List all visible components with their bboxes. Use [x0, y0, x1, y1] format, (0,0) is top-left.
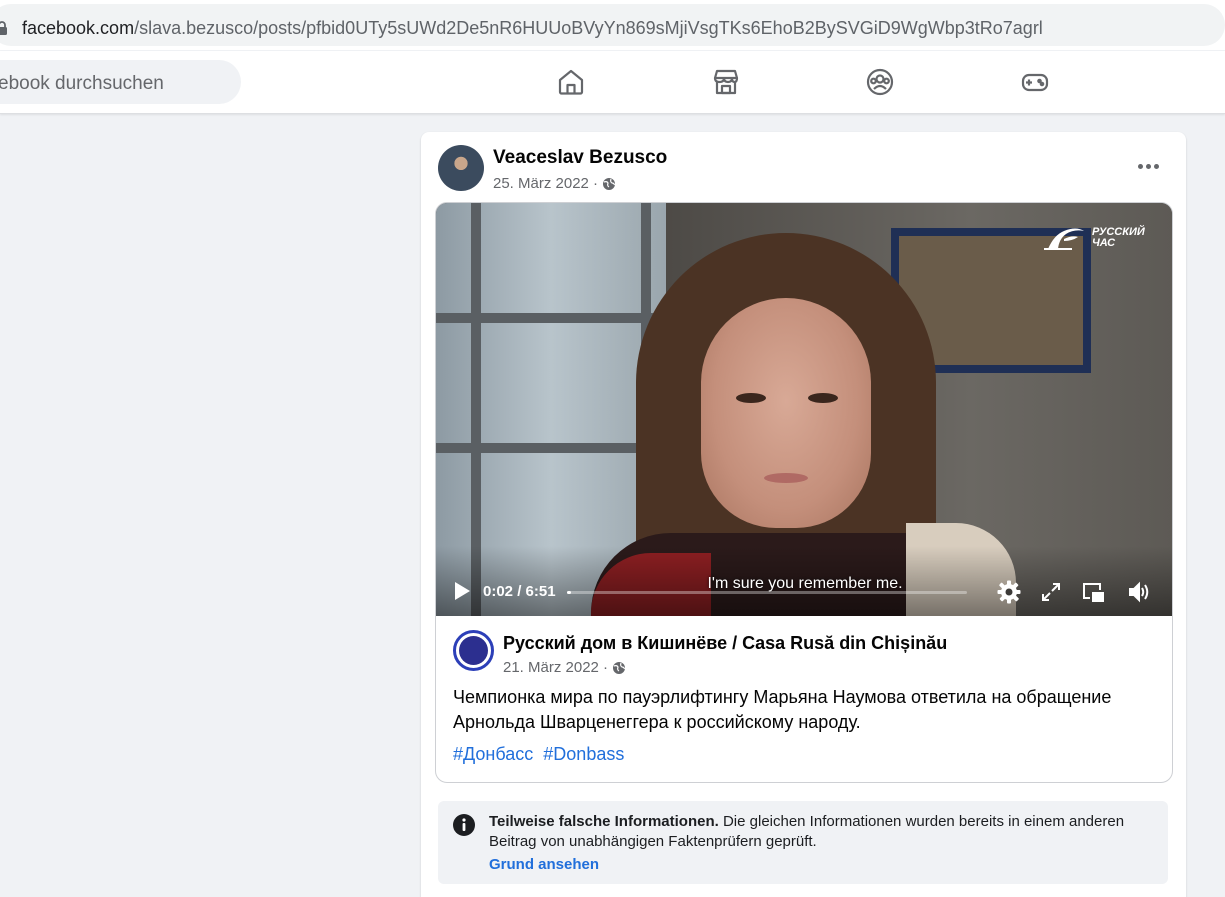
video-progress-bar[interactable] [567, 591, 967, 594]
fullscreen-icon[interactable] [1038, 579, 1064, 605]
home-icon[interactable] [556, 67, 586, 97]
shared-post-date-text[interactable]: 21. März 2022 · [503, 659, 608, 676]
channel-logo-icon [1044, 228, 1084, 250]
fact-check-notice: Teilweise falsche Informationen. Die gle… [438, 801, 1168, 884]
post-card: Veaceslav Bezusco 25. März 2022 · РУССКИ… [421, 132, 1186, 897]
globe-icon [613, 661, 626, 674]
author-name[interactable]: Veaceslav Bezusco [493, 147, 667, 169]
url-domain: facebook.com [22, 18, 135, 38]
search-placeholder: ebook durchsuchen [0, 73, 164, 94]
play-icon[interactable] [453, 581, 471, 601]
globe-icon [603, 177, 616, 190]
shared-page-avatar[interactable] [453, 630, 494, 671]
more-options-icon[interactable] [1133, 154, 1163, 178]
shared-post-text: Чемпионка мира по пауэрлифтингу Марьяна … [453, 687, 1112, 732]
picture-in-picture-icon[interactable] [1080, 579, 1106, 605]
groups-icon[interactable] [865, 67, 895, 97]
shared-post: РУССКИЙ ЧАС I'm sure you remember me. 0:… [435, 202, 1173, 783]
author-avatar[interactable] [438, 145, 484, 191]
browser-url-bar: facebook.com/slava.bezusco/posts/pfbid0U… [0, 0, 1225, 50]
video-frame-person [701, 298, 871, 528]
post-date: 25. März 2022 · [493, 175, 616, 192]
lock-icon[interactable] [0, 21, 8, 35]
volume-icon[interactable] [1126, 579, 1152, 605]
facebook-top-nav: ebook durchsuchen [0, 51, 1225, 114]
search-input[interactable]: ebook durchsuchen [0, 60, 241, 104]
address-field[interactable]: facebook.com/slava.bezusco/posts/pfbid0U… [0, 4, 1225, 46]
see-why-link[interactable]: Grund ansehen [489, 856, 599, 873]
shared-page-name[interactable]: Русский дом в Кишинёве / Casa Rusă din C… [503, 633, 947, 654]
channel-logo: РУССКИЙ ЧАС [1044, 221, 1145, 253]
url-path: /slava.bezusco/posts/pfbid0UTy5sUWd2De5n… [134, 18, 1043, 38]
shared-page-logo-icon [459, 636, 488, 665]
post-date-text[interactable]: 25. März 2022 · [493, 175, 598, 192]
video-progress-fill [567, 591, 571, 594]
fact-check-text: Teilweise falsche Informationen. Die gle… [489, 812, 1149, 852]
video-time: 0:02 / 6:51 [483, 583, 556, 600]
marketplace-icon[interactable] [711, 67, 741, 97]
shared-post-date: 21. März 2022 · [503, 659, 626, 676]
video-player[interactable]: РУССКИЙ ЧАС I'm sure you remember me. 0:… [436, 203, 1172, 616]
hashtag-donbass-ru[interactable]: #Донбасс [453, 744, 533, 764]
channel-logo-text: РУССКИЙ ЧАС [1092, 226, 1145, 249]
info-icon [453, 814, 475, 836]
hashtag-list: #Донбасс #Donbass [453, 744, 629, 765]
settings-gear-icon[interactable] [996, 579, 1022, 605]
url-text[interactable]: facebook.com/slava.bezusco/posts/pfbid0U… [22, 18, 1043, 39]
gaming-icon[interactable] [1020, 67, 1050, 97]
fact-check-title: Teilweise falsche Informationen. [489, 813, 719, 830]
hashtag-donbass-en[interactable]: #Donbass [543, 744, 624, 764]
